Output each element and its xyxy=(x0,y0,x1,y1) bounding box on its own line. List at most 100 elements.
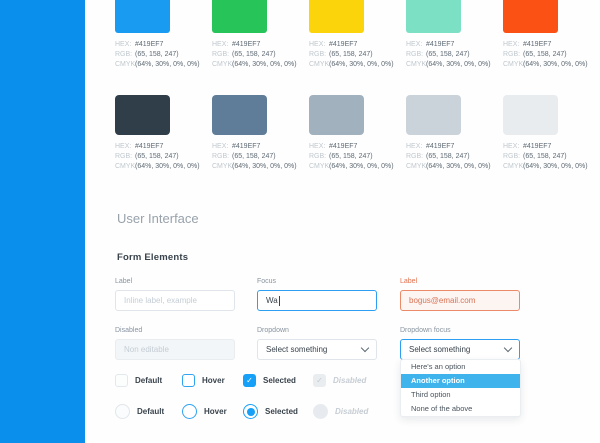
radio-icon xyxy=(243,404,258,419)
input-placeholder: Inline label, example xyxy=(124,296,197,305)
color-specs: HEX:#419EF7 RGB:(65, 158, 247) CMYK:(64%… xyxy=(503,142,600,172)
color-swatch-gray-blue xyxy=(309,95,364,135)
cmyk-value: (64%, 30%, 0%, 0%) xyxy=(523,61,588,68)
rgb-value: (65, 158, 247) xyxy=(232,153,276,160)
hex-value: #419EF7 xyxy=(329,41,357,48)
color-specs: HEX:#419EF7 RGB:(65, 158, 247) CMYK:(64%… xyxy=(212,40,309,70)
cmyk-value: (64%, 30%, 0%, 0%) xyxy=(523,163,588,170)
cmyk-value: (64%, 30%, 0%, 0%) xyxy=(232,61,297,68)
rgb-value: (65, 158, 247) xyxy=(426,153,470,160)
cmyk-key: CMYK: xyxy=(406,162,426,172)
checkmark-icon: ✓ xyxy=(246,377,253,385)
color-swatch-mint xyxy=(406,0,461,33)
cmyk-key: CMYK: xyxy=(309,162,329,172)
dropdown-option-highlighted[interactable]: Another option xyxy=(401,374,520,388)
chevron-down-icon xyxy=(361,344,369,352)
hex-value: #419EF7 xyxy=(232,143,260,150)
hex-key: HEX: xyxy=(503,142,523,152)
radio-dot xyxy=(247,408,255,416)
color-swatch-lighter-gray xyxy=(503,95,558,135)
cmyk-value: (64%, 30%, 0%, 0%) xyxy=(135,163,200,170)
hex-key: HEX: xyxy=(309,142,329,152)
dropdown-option[interactable]: Third option xyxy=(401,388,520,402)
checkbox-disabled: ✓ Disabled xyxy=(313,374,366,387)
dropdown-select-focused[interactable]: Select something xyxy=(400,339,520,360)
field-error-caption: Label xyxy=(400,277,520,286)
cmyk-key: CMYK: xyxy=(503,60,523,70)
color-specs: HEX:#419EF7 RGB:(65, 158, 247) CMYK:(64%… xyxy=(406,142,503,172)
color-card-gray-blue: HEX:#419EF7 RGB:(65, 158, 247) CMYK:(64%… xyxy=(309,95,406,172)
text-input-disabled: Non editable xyxy=(115,339,235,360)
input-value: Wa xyxy=(266,296,278,305)
radio-selected[interactable]: Selected xyxy=(243,404,298,419)
text-input-error[interactable]: bogus@email.com xyxy=(400,290,520,311)
rgb-key: RGB: xyxy=(212,50,232,60)
radio-default[interactable]: Default xyxy=(115,404,164,419)
hex-key: HEX: xyxy=(309,40,329,50)
text-caret xyxy=(279,296,280,306)
rgb-key: RGB: xyxy=(309,50,329,60)
cmyk-value: (64%, 30%, 0%, 0%) xyxy=(329,163,394,170)
subsection-title-form-elements: Form Elements xyxy=(117,252,188,263)
color-swatch-slate-blue xyxy=(212,95,267,135)
hex-key: HEX: xyxy=(406,40,426,50)
checkbox-hover[interactable]: Hover xyxy=(182,374,225,387)
text-input-default[interactable]: Inline label, example xyxy=(115,290,235,311)
hex-value: #419EF7 xyxy=(426,143,454,150)
cmyk-key: CMYK: xyxy=(309,60,329,70)
radio-label: Disabled xyxy=(335,407,368,416)
field-focus: Focus Wa xyxy=(257,277,377,311)
field-error: Label bogus@email.com xyxy=(400,277,520,311)
cmyk-key: CMYK: xyxy=(503,162,523,172)
cmyk-key: CMYK: xyxy=(212,162,232,172)
color-swatch-green xyxy=(212,0,267,33)
field-dropdown-focus-caption: Dropdown focus xyxy=(400,326,520,335)
rgb-key: RGB: xyxy=(309,152,329,162)
color-specs: HEX:#419EF7 RGB:(65, 158, 247) CMYK:(64%… xyxy=(503,40,600,70)
checkbox-selected[interactable]: ✓ Selected xyxy=(243,374,296,387)
text-input-focused[interactable]: Wa xyxy=(257,290,377,311)
dropdown-select[interactable]: Select something xyxy=(257,339,377,360)
color-swatch-light-gray xyxy=(406,95,461,135)
field-dropdown: Dropdown Select something xyxy=(257,326,377,360)
checkbox-default[interactable]: Default xyxy=(115,374,162,387)
radio-hover[interactable]: Hover xyxy=(182,404,227,419)
field-dropdown-caption: Dropdown xyxy=(257,326,377,335)
checkmark-icon: ✓ xyxy=(316,377,323,385)
rgb-value: (65, 158, 247) xyxy=(523,51,567,58)
rgb-value: (65, 158, 247) xyxy=(523,153,567,160)
dropdown-option[interactable]: None of the above xyxy=(401,402,520,416)
color-swatch-blue xyxy=(115,0,170,33)
dropdown-option[interactable]: Here's an option xyxy=(401,360,520,374)
style-guide-page: HEX:#419EF7 RGB:(65, 158, 247) CMYK:(64%… xyxy=(0,0,600,443)
radio-icon xyxy=(115,404,130,419)
color-palette-row-neutral: HEX:#419EF7 RGB:(65, 158, 247) CMYK:(64%… xyxy=(115,95,600,172)
cmyk-value: (64%, 30%, 0%, 0%) xyxy=(426,61,491,68)
hex-key: HEX: xyxy=(406,142,426,152)
rgb-value: (65, 158, 247) xyxy=(135,153,179,160)
color-specs: HEX:#419EF7 RGB:(65, 158, 247) CMYK:(64%… xyxy=(212,142,309,172)
hex-value: #419EF7 xyxy=(523,41,551,48)
color-palette-row-primary: HEX:#419EF7 RGB:(65, 158, 247) CMYK:(64%… xyxy=(115,0,600,70)
left-accent-bar xyxy=(0,0,85,443)
rgb-value: (65, 158, 247) xyxy=(426,51,470,58)
checkbox-label: Hover xyxy=(202,376,225,385)
field-label-caption: Label xyxy=(115,277,235,286)
hex-value: #419EF7 xyxy=(232,41,260,48)
input-value: bogus@email.com xyxy=(409,296,475,305)
checkbox-label: Selected xyxy=(263,376,296,385)
rgb-key: RGB: xyxy=(503,50,523,60)
cmyk-value: (64%, 30%, 0%, 0%) xyxy=(232,163,297,170)
cmyk-value: (64%, 30%, 0%, 0%) xyxy=(135,61,200,68)
checkbox-label: Disabled xyxy=(333,376,366,385)
input-placeholder: Non editable xyxy=(124,345,169,354)
checkbox-icon xyxy=(182,374,195,387)
color-card-yellow: HEX:#419EF7 RGB:(65, 158, 247) CMYK:(64%… xyxy=(309,0,406,70)
rgb-value: (65, 158, 247) xyxy=(329,51,373,58)
color-swatch-yellow xyxy=(309,0,364,33)
color-card-light-gray: HEX:#419EF7 RGB:(65, 158, 247) CMYK:(64%… xyxy=(406,95,503,172)
field-label: Label Inline label, example xyxy=(115,277,235,311)
chevron-down-icon xyxy=(504,344,512,352)
radio-disabled: Disabled xyxy=(313,404,368,419)
color-card-lighter-gray: HEX:#419EF7 RGB:(65, 158, 247) CMYK:(64%… xyxy=(503,95,600,172)
